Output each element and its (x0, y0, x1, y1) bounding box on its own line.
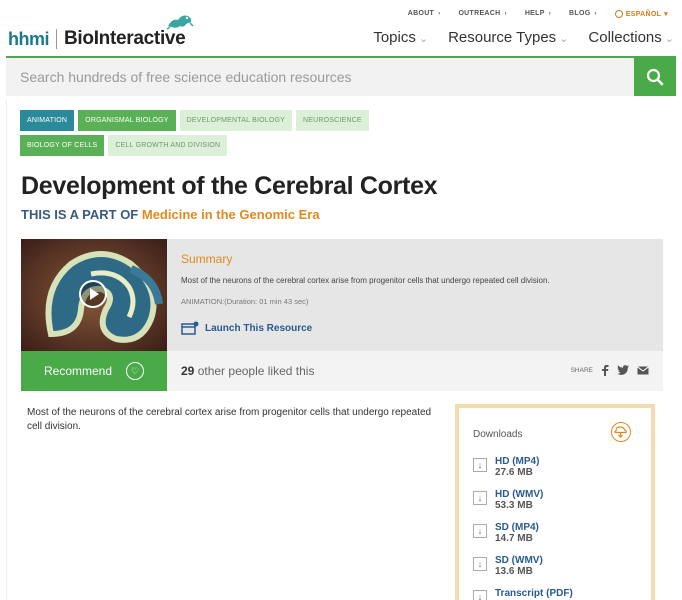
download-arrow-icon: ↓ (473, 491, 487, 505)
download-size: 13.6 MB (495, 566, 533, 577)
search-bar (6, 56, 676, 96)
download-arrow-icon: ↓ (473, 524, 487, 538)
nav-resource-types-label: Resource Types (448, 29, 557, 46)
recommend-button[interactable]: Recommend ♡ (21, 351, 167, 391)
collection-link[interactable]: Medicine in the Genomic Era (142, 207, 320, 222)
resource-description: Most of the neurons of the cerebral cort… (27, 407, 432, 432)
twitter-icon[interactable] (617, 365, 629, 375)
download-item-hd-wmv[interactable]: ↓ HD (WMV) 53.3 MB (473, 489, 543, 511)
collection-prefix: THIS IS A PART OF (21, 207, 139, 222)
download-arrow-icon: ↓ (473, 590, 487, 600)
launch-window-icon (181, 321, 199, 335)
chevron-down-icon: ⌄ (559, 33, 569, 45)
summary-panel: Summary Most of the neurons of the cereb… (21, 239, 663, 351)
download-label: HD (WMV) (495, 489, 544, 500)
download-size: 14.7 MB (495, 533, 533, 544)
chevron-right-icon: › (548, 11, 552, 17)
site-logo[interactable]: hhmi BioInteractive (8, 15, 194, 50)
resource-card: ANIMATION ORGANISMAL BIOLOGY DEVELOPMENT… (6, 100, 676, 600)
util-outreach-label: OUTREACH (458, 10, 501, 17)
share-label: SHARE (570, 366, 593, 374)
util-blog-label: BLOG (569, 10, 591, 17)
chevron-down-icon: ⌄ (664, 33, 674, 45)
utility-nav: ABOUT › OUTREACH › HELP › BLOG › ESPAÑOL ▾ (408, 10, 668, 18)
util-about-label: ABOUT (407, 10, 435, 17)
resource-meta: ANIMATION:(Duration: 01 min 43 sec) (181, 297, 309, 306)
tag-neuroscience[interactable]: NEUROSCIENCE (296, 110, 369, 131)
download-label: SD (MP4) (495, 522, 539, 533)
chevron-right-icon: › (504, 11, 507, 17)
likes-bar: 29 other people liked this SHARE (167, 351, 663, 391)
download-item-sd-wmv[interactable]: ↓ SD (WMV) 13.6 MB (473, 555, 543, 577)
search-icon (646, 68, 664, 86)
downloads-heading: Downloads (473, 429, 523, 440)
globe-icon (614, 10, 623, 18)
search-button[interactable] (634, 58, 676, 96)
download-item-hd-mp4[interactable]: ↓ HD (MP4) 27.6 MB (473, 456, 539, 478)
language-label: ESPAÑOL (625, 10, 662, 18)
tag-biology-of-cells[interactable]: BIOLOGY OF CELLS (20, 135, 105, 156)
download-arrow-icon: ↓ (473, 458, 487, 472)
nav-collections-label: Collections (588, 29, 662, 46)
logo-hhmi: hhmi (8, 28, 50, 49)
page-title: Development of the Cerebral Cortex (21, 172, 438, 200)
nav-resource-types[interactable]: Resource Types ⌄ (448, 29, 568, 46)
downloads-box: Downloads ↓ HD (MP4) 27.6 MB ↓ HD (WMV) 53… (455, 404, 655, 600)
facebook-icon[interactable] (601, 364, 609, 376)
nav-topics-label: Topics (373, 29, 416, 46)
util-outreach-link[interactable]: OUTREACH › (458, 10, 506, 18)
download-arrow-icon: ↓ (473, 557, 487, 571)
nav-collections[interactable]: Collections ⌄ (588, 29, 674, 46)
download-label: HD (MP4) (495, 456, 540, 467)
util-help-label: HELP (524, 10, 545, 17)
util-blog-link[interactable]: BLOG › (569, 10, 597, 18)
likes-text: other people liked this (197, 364, 315, 378)
chevron-down-icon: ▾ (664, 11, 668, 18)
likes-count: 29 other people liked this (181, 364, 314, 378)
download-label: SD (WMV) (495, 555, 543, 566)
main-nav: Topics ⌄ Resource Types ⌄ Collections ⌄ (373, 29, 674, 46)
frog-logo-icon (166, 15, 194, 30)
video-thumbnail[interactable] (21, 239, 167, 351)
download-size: 53.3 MB (495, 500, 533, 511)
share-group: SHARE (571, 364, 649, 376)
likes-number: 29 (181, 364, 195, 378)
nav-topics[interactable]: Topics ⌄ (373, 29, 428, 46)
play-icon[interactable] (78, 279, 108, 309)
tag-cell-growth-and-division[interactable]: CELL GROWTH AND DIVISION (108, 135, 228, 156)
util-about-link[interactable]: ABOUT › (408, 10, 441, 18)
recommend-label: Recommend (43, 364, 113, 378)
collection-line: THIS IS A PART OF Medicine in the Genomi… (21, 207, 320, 222)
summary-text: Most of the neurons of the cerebral cort… (181, 276, 550, 285)
download-cloud-icon (611, 422, 631, 442)
logo-divider (56, 29, 57, 49)
launch-resource-label: Launch This Resource (205, 322, 313, 334)
tag-animation[interactable]: ANIMATION (20, 110, 75, 131)
download-item-transcript[interactable]: ↓ Transcript (PDF) (473, 588, 573, 600)
email-icon[interactable] (637, 365, 649, 375)
chevron-down-icon: ⌄ (418, 33, 429, 45)
search-input[interactable] (6, 58, 634, 96)
download-size: 27.6 MB (495, 467, 533, 478)
tag-developmental-biology[interactable]: DEVELOPMENTAL BIOLOGY (179, 110, 292, 131)
download-cloud-glyph (614, 426, 627, 438)
chevron-right-icon: › (438, 11, 441, 17)
download-item-sd-mp4[interactable]: ↓ SD (MP4) 14.7 MB (473, 522, 539, 544)
chevron-right-icon: › (594, 11, 597, 17)
tag-organismal-biology[interactable]: ORGANISMAL BIOLOGY (78, 110, 176, 131)
heart-icon: ♡ (126, 362, 145, 380)
tag-list: ANIMATION ORGANISMAL BIOLOGY DEVELOPMENT… (20, 110, 440, 156)
download-label: Transcript (PDF) (495, 588, 573, 599)
summary-heading: Summary (181, 252, 233, 266)
language-selector[interactable]: ESPAÑOL ▾ (614, 10, 668, 18)
launch-resource-link[interactable]: Launch This Resource (181, 321, 312, 335)
util-help-link[interactable]: HELP › (525, 10, 551, 18)
logo-site-name: BioInteractive (64, 28, 186, 49)
